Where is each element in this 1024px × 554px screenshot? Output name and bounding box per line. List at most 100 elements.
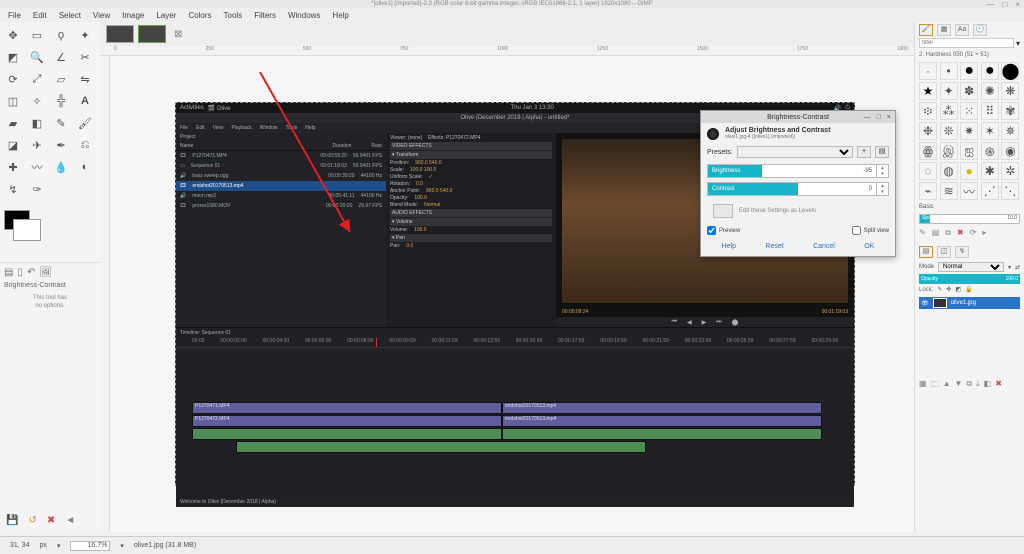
brush-new-icon[interactable]: ▤ <box>932 228 940 238</box>
help-button[interactable]: Help <box>722 243 736 250</box>
cancel-button[interactable]: Cancel <box>813 243 835 250</box>
brush-item[interactable]: ✦ <box>940 82 958 100</box>
presets-add-icon[interactable]: + <box>857 146 871 158</box>
brush-item[interactable]: ✺ <box>981 82 999 100</box>
bucket-icon[interactable]: ▰ <box>4 114 22 132</box>
blend-mode-select[interactable]: Normal <box>938 262 1004 272</box>
mode-switch-icon[interactable]: ⇄ <box>1015 264 1020 271</box>
merge-layer-icon[interactable]: ⤓ <box>976 379 980 393</box>
brush-refresh-icon[interactable]: ⟳ <box>970 228 977 238</box>
history-tab-icon[interactable]: 🕘 <box>973 24 987 36</box>
scale-icon[interactable]: ⤢ <box>28 70 46 88</box>
image-tab-close-icon[interactable]: ⊠ <box>174 29 182 40</box>
brush-item[interactable]: ● <box>981 62 999 80</box>
brush-item[interactable]: ❊ <box>940 122 958 140</box>
picker-icon[interactable]: ✑ <box>28 180 46 198</box>
brush-icon[interactable]: 🖌 <box>76 114 94 132</box>
text-icon[interactable]: A <box>76 92 94 110</box>
brightness-down-icon[interactable]: ▾ <box>877 171 888 177</box>
brush-item[interactable]: ✶ <box>981 122 999 140</box>
restore-preset-icon[interactable]: ↺ <box>28 515 36 526</box>
dup-layer-icon[interactable]: ⧉ <box>966 379 972 393</box>
brush-edit-icon[interactable]: ✎ <box>919 228 926 238</box>
maximize-icon[interactable]: □ <box>1002 0 1007 9</box>
clone-icon[interactable]: ⎌ <box>76 136 94 154</box>
brush-item[interactable]: ≋ <box>940 182 958 200</box>
brush-item[interactable]: ★ <box>919 82 937 100</box>
menu-edit[interactable]: Edit <box>33 11 47 20</box>
lock-alpha-icon[interactable]: ◩ <box>955 286 961 293</box>
brush-category[interactable]: Basic <box>915 202 1024 212</box>
menu-select[interactable]: Select <box>59 11 81 20</box>
dialog-close-icon[interactable]: × <box>887 114 891 121</box>
contrast-slider[interactable]: Contrast 0 ▴▾ <box>707 182 889 196</box>
lasso-icon[interactable]: ϙ <box>52 26 70 44</box>
brightness-slider[interactable]: Brightness -95 ▴▾ <box>707 164 889 178</box>
brush-item[interactable]: ⋱ <box>1001 182 1019 200</box>
channels-tab-icon[interactable]: ◫ <box>937 246 951 258</box>
unit-label[interactable]: px <box>39 542 46 549</box>
layer-group-icon[interactable]: 🗀 <box>931 379 939 393</box>
pencil-icon[interactable]: ✎ <box>52 114 70 132</box>
lock-position-icon[interactable]: ✥ <box>946 286 951 293</box>
split-view-checkbox[interactable]: Split view <box>852 226 889 235</box>
minimize-icon[interactable]: — <box>986 0 994 9</box>
layer-row[interactable]: 👁 olive1.jpg <box>919 297 1020 309</box>
move-tool-icon[interactable]: ✥ <box>4 26 22 44</box>
preview-checkbox[interactable]: Preview <box>707 226 740 235</box>
brush-item[interactable]: ✲ <box>1001 162 1019 180</box>
opacity-slider[interactable]: Opacity100.0 <box>919 274 1020 284</box>
menu-image[interactable]: Image <box>122 11 144 20</box>
crop-icon[interactable]: ✂ <box>76 48 94 66</box>
brush-item[interactable]: 〰 <box>960 182 978 200</box>
brush-item[interactable]: ֍ <box>981 142 999 160</box>
unified-icon[interactable]: ✧ <box>28 92 46 110</box>
raise-layer-icon[interactable]: ▲ <box>943 379 951 393</box>
brush-item[interactable]: ◌ <box>919 162 937 180</box>
ok-button[interactable]: OK <box>864 243 874 250</box>
dialog-maximize-icon[interactable]: □ <box>877 114 881 121</box>
undo-history-tab-icon[interactable]: ↶ <box>27 267 35 278</box>
brush-open-icon[interactable]: ▸ <box>982 228 986 238</box>
brush-dup-icon[interactable]: ⧉ <box>945 228 951 238</box>
zoom-icon[interactable]: 🔍 <box>28 48 46 66</box>
fonts-tab-icon[interactable]: Aa <box>955 24 969 36</box>
color-swatches[interactable] <box>0 206 100 234</box>
heal-icon[interactable]: ✚ <box>4 158 22 176</box>
color-select-icon[interactable]: ◩ <box>4 48 22 66</box>
dodge-icon[interactable]: ◐ <box>76 158 94 176</box>
blur-icon[interactable]: 💧 <box>52 158 70 176</box>
rect-select-icon[interactable]: ▭ <box>28 26 46 44</box>
brush-item[interactable]: ⋰ <box>981 182 999 200</box>
menu-filters[interactable]: Filters <box>254 11 276 20</box>
paths-tab-icon[interactable]: ↯ <box>955 246 969 258</box>
brush-item[interactable]: ⠿ <box>981 102 999 120</box>
mask-layer-icon[interactable]: ◧ <box>984 379 992 393</box>
menu-view[interactable]: View <box>93 11 110 20</box>
lower-layer-icon[interactable]: ▼ <box>954 379 962 393</box>
perspective-icon[interactable]: ◫ <box>4 92 22 110</box>
visibility-icon[interactable]: 👁 <box>921 300 929 307</box>
brush-item[interactable]: ፨ <box>919 102 937 120</box>
save-preset-icon[interactable]: 💾 <box>6 515 18 526</box>
airbrush-icon[interactable]: ✈ <box>28 136 46 154</box>
brush-item[interactable]: ⁂ <box>940 102 958 120</box>
contrast-down-icon[interactable]: ▾ <box>877 189 888 195</box>
patterns-tab-icon[interactable]: ▦ <box>937 24 951 36</box>
menu-tools[interactable]: Tools <box>224 11 243 20</box>
canvas[interactable]: Activities🎬 Olive Thu Jan 3 13:30 🔊⏻ Oli… <box>110 56 914 532</box>
brush-item[interactable]: ✾ <box>1001 102 1019 120</box>
reset-defaults-icon[interactable]: ◄ <box>65 515 75 526</box>
brushes-tab-icon[interactable]: 🖌 <box>919 24 933 36</box>
eraser-icon[interactable]: ◪ <box>4 136 22 154</box>
gradient-icon[interactable]: ◧ <box>28 114 46 132</box>
brush-item[interactable]: ஐ <box>960 142 978 160</box>
edit-as-levels-link[interactable]: Edit these Settings as Levels <box>739 208 816 214</box>
brush-item[interactable]: ⬤ <box>1001 62 1019 80</box>
brush-item[interactable]: ◉ <box>1001 142 1019 160</box>
brush-filter-menu-icon[interactable]: ▾ <box>1016 39 1020 48</box>
brush-item[interactable]: · <box>919 62 937 80</box>
brush-filter-input[interactable] <box>919 38 1014 48</box>
brush-item[interactable]: ◍ <box>940 162 958 180</box>
close-icon[interactable]: × <box>1015 0 1020 9</box>
